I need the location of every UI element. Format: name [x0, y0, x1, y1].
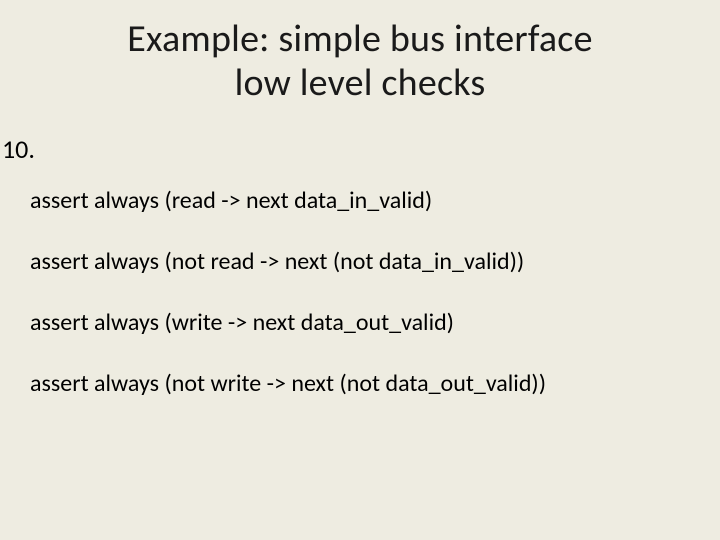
slide-title: Example: simple bus interface low level …: [0, 0, 720, 105]
slide: Example: simple bus interface low level …: [0, 0, 720, 540]
title-line-1: Example: simple bus interface: [127, 16, 592, 62]
content-area: 10. assert always (read -> next data_in_…: [0, 105, 720, 398]
assertion-line: assert always (not read -> next (not dat…: [0, 248, 720, 277]
title-line-2: low level checks: [235, 60, 486, 106]
list-number: 10.: [0, 133, 720, 165]
assertion-line: assert always (not write -> next (not da…: [0, 370, 720, 399]
assertion-line: assert always (read -> next data_in_vali…: [0, 187, 720, 216]
assertion-line: assert always (write -> next data_out_va…: [0, 309, 720, 338]
